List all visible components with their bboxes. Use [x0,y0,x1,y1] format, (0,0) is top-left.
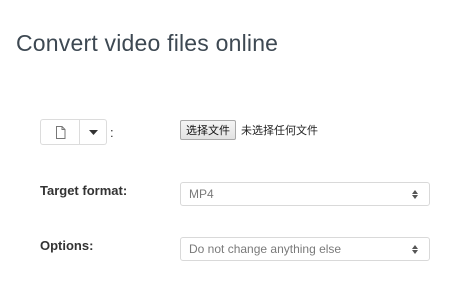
file-source-selector: : [40,118,114,146]
file-source-dropdown-toggle[interactable] [80,119,107,145]
options-select[interactable]: Do not change anything else [180,237,430,261]
target-format-select[interactable]: MP4 [180,182,430,206]
options-value: Do not change anything else [189,242,342,256]
file-icon [55,125,65,139]
choose-file-button[interactable]: 选择文件 [180,120,236,140]
select-arrows-icon [405,189,425,199]
target-format-label: Target format: [40,183,128,198]
file-input: 选择文件 未选择任何文件 [180,120,318,140]
options-label: Options: [40,238,94,253]
converter-page: Convert video files online : 选择文件 未选择任何文… [0,0,467,308]
file-input-status: 未选择任何文件 [241,124,318,137]
select-arrows-icon [405,244,425,254]
file-source-button[interactable] [40,119,80,145]
file-source-separator: : [110,124,114,140]
target-format-value: MP4 [189,187,214,201]
caret-down-icon [88,129,98,135]
page-title: Convert video files online [16,30,279,56]
